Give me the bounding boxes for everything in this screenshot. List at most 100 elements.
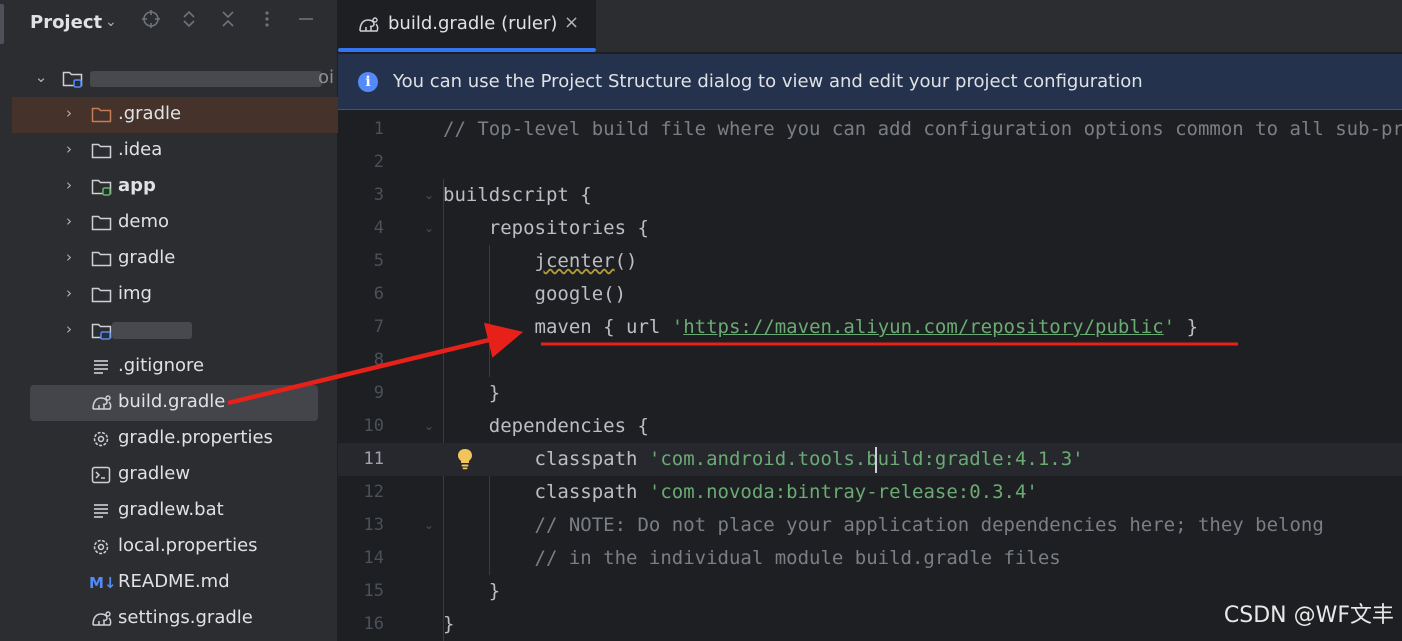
- active-tab-indicator: [338, 48, 596, 52]
- chevron-right-icon[interactable]: ›: [61, 140, 77, 158]
- project-panel-title[interactable]: Project: [30, 12, 102, 33]
- line-number: 13: [363, 515, 384, 535]
- chevron-right-icon[interactable]: ›: [61, 320, 77, 338]
- info-banner: i You can use the Project Structure dial…: [338, 54, 1402, 110]
- code-text: }: [443, 580, 501, 602]
- fold-icon[interactable]: ⌄: [424, 518, 434, 532]
- banner-message[interactable]: You can use the Project Structure dialog…: [393, 71, 1143, 92]
- line-number: 1: [373, 119, 384, 139]
- line-number: 10: [363, 416, 384, 436]
- code-token: maven { url: [443, 316, 672, 338]
- url-link[interactable]: https://maven.aliyun.com/repository/publ…: [683, 316, 1163, 338]
- tab-build-gradle[interactable]: build.gradle (ruler) ×: [338, 0, 596, 52]
- tree-item-gradle-dir[interactable]: › .gradle: [12, 97, 338, 133]
- tree-item-gradle[interactable]: › gradle: [12, 241, 338, 277]
- tree-item-label: gradlew: [118, 463, 191, 484]
- close-icon[interactable]: ×: [564, 12, 579, 33]
- code-text: // in the individual module build.gradle…: [443, 547, 1061, 569]
- chevron-right-icon[interactable]: ›: [61, 248, 77, 266]
- tree-item-label: img: [118, 283, 152, 304]
- code-text: classpath 'com.novoda:bintray-release:0.…: [443, 481, 1038, 503]
- tree-item-label: .gitignore: [118, 355, 205, 376]
- tree-item-gradlew-bat[interactable]: gradlew.bat: [12, 493, 338, 529]
- expand-icon[interactable]: [176, 9, 202, 35]
- code-text: google(): [443, 283, 627, 305]
- project-panel-header: Project ⌄: [12, 0, 338, 48]
- code-line: 9 }: [338, 377, 1402, 410]
- text-file-icon: [91, 501, 113, 521]
- tool-window-strip: [0, 0, 12, 641]
- tree-root[interactable]: ⌄ oi: [12, 61, 338, 97]
- terminal-icon: [91, 465, 113, 485]
- chevron-right-icon[interactable]: ›: [61, 176, 77, 194]
- line-number: 7: [373, 317, 384, 337]
- code-token: jcenter: [534, 250, 615, 272]
- line-number: 12: [363, 482, 384, 502]
- gradle-icon: [91, 393, 113, 413]
- tree-item-gitignore[interactable]: .gitignore: [12, 349, 338, 385]
- tree-item-label: local.properties: [118, 535, 258, 556]
- code-text: }: [443, 382, 501, 404]
- tree-item-label: app: [118, 175, 156, 196]
- fold-icon[interactable]: ⌄: [424, 419, 434, 433]
- code-editor[interactable]: 1 // Top-level build file where you can …: [338, 113, 1402, 641]
- gradle-icon: [358, 15, 380, 39]
- code-line: 7 maven { url 'https://maven.aliyun.com/…: [338, 311, 1402, 344]
- code-text: jcenter(): [443, 250, 638, 272]
- tree-item-label: gradle: [118, 247, 176, 268]
- minimize-icon[interactable]: [293, 9, 319, 35]
- line-number: 15: [363, 581, 384, 601]
- crosshair-icon[interactable]: [138, 9, 164, 35]
- tree-item-app[interactable]: › app: [12, 169, 338, 205]
- text-file-icon: [91, 357, 113, 377]
- code-text: repositories {: [443, 217, 649, 239]
- collapse-icon[interactable]: [215, 9, 241, 35]
- code-line: 1 // Top-level build file where you can …: [338, 113, 1402, 146]
- module-folder-icon: [91, 177, 113, 197]
- folder-icon: [91, 249, 113, 269]
- code-token: ': [671, 316, 684, 338]
- chevron-right-icon[interactable]: ›: [61, 212, 77, 230]
- tree-item-gradle-properties[interactable]: gradle.properties: [12, 421, 338, 457]
- fold-icon[interactable]: ⌄: [424, 188, 434, 202]
- editor-panel: build.gradle (ruler) × i You can use the…: [338, 0, 1402, 641]
- project-panel: Project ⌄ ⌄ oi › .gradle › .idea › app ›…: [12, 0, 338, 641]
- code-text: maven { url 'https://maven.aliyun.com/re…: [443, 316, 1199, 338]
- line-number: 3: [373, 185, 384, 205]
- lightbulb-icon[interactable]: [456, 448, 474, 474]
- fold-icon[interactable]: ⌄: [424, 221, 434, 235]
- chevron-right-icon[interactable]: ›: [61, 284, 77, 302]
- tree-item-gradlew[interactable]: gradlew: [12, 457, 338, 493]
- text-caret: [875, 447, 877, 473]
- more-icon[interactable]: [254, 9, 280, 35]
- active-tool-indicator: [0, 4, 4, 44]
- tree-item-idea[interactable]: › .idea: [12, 133, 338, 169]
- tree-item-settings-gradle[interactable]: settings.gradle: [12, 601, 338, 637]
- editor-tab-bar: build.gradle (ruler) ×: [338, 0, 1402, 53]
- tree-item-demo[interactable]: › demo: [12, 205, 338, 241]
- tree-item-label: gradlew.bat: [118, 499, 224, 520]
- code-text: }: [443, 613, 455, 635]
- code-line: 13 ⌄ // NOTE: Do not place your applicat…: [338, 509, 1402, 542]
- line-number: 9: [373, 383, 384, 403]
- tree-item-label: .gradle: [118, 103, 182, 124]
- code-line: 8: [338, 344, 1402, 377]
- tree-item-build-gradle[interactable]: build.gradle: [30, 385, 318, 421]
- tree-item-label: settings.gradle: [118, 607, 253, 628]
- code-line: 5 jcenter(): [338, 245, 1402, 278]
- module-folder-icon: [91, 321, 113, 341]
- tree-item-redacted-module[interactable]: ›: [12, 313, 338, 349]
- tree-item-local-properties[interactable]: local.properties: [12, 529, 338, 565]
- chevron-down-icon[interactable]: ⌄: [105, 14, 117, 30]
- chevron-right-icon[interactable]: ›: [61, 104, 77, 122]
- chevron-down-icon[interactable]: ⌄: [33, 68, 49, 86]
- code-token: (): [614, 250, 638, 272]
- line-number: 5: [373, 251, 384, 271]
- tree-item-readme[interactable]: M↓ README.md: [12, 565, 338, 601]
- code-line: 12 classpath 'com.novoda:bintray-release…: [338, 476, 1402, 509]
- tree-item-img[interactable]: › img: [12, 277, 338, 313]
- redacted-root-name: [90, 71, 322, 87]
- code-line: 4 ⌄ repositories {: [338, 212, 1402, 245]
- redacted-module-name: [112, 322, 192, 339]
- code-line: 2: [338, 146, 1402, 179]
